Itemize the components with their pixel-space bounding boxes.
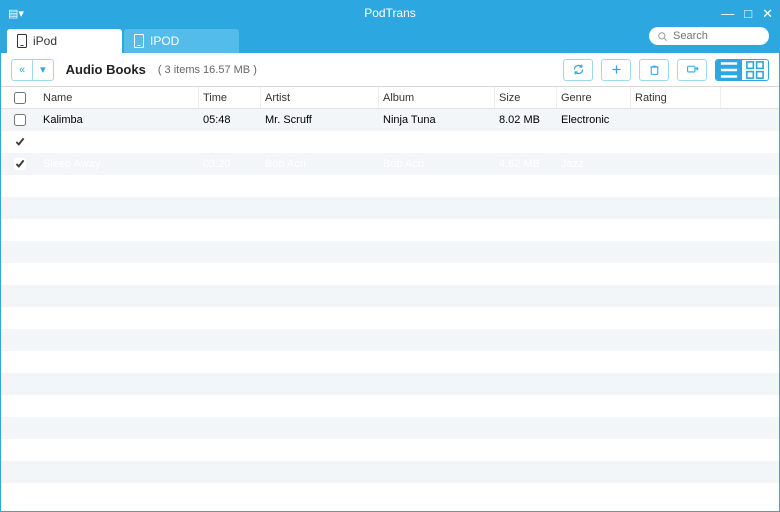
tab-ipod-upper[interactable]: IPOD bbox=[124, 29, 239, 53]
maximize-button[interactable]: □ bbox=[744, 7, 752, 20]
empty-row bbox=[1, 241, 779, 263]
export-icon bbox=[686, 63, 699, 76]
grid-icon bbox=[742, 59, 768, 81]
back-dropdown[interactable]: ▾ bbox=[32, 60, 53, 80]
tab-label: IPOD bbox=[150, 34, 179, 48]
col-genre[interactable]: Genre bbox=[557, 87, 631, 108]
tabs-bar: iPod IPOD bbox=[1, 25, 779, 53]
cell-artist: Richard Stoltzman/Slo... bbox=[261, 131, 379, 153]
app-menu-button[interactable]: ▤▾ bbox=[5, 4, 27, 22]
table-row[interactable]: Kalimba05:48Mr. ScruffNinja Tuna8.02 MBE… bbox=[1, 109, 779, 131]
refresh-button[interactable] bbox=[563, 59, 593, 81]
add-button[interactable] bbox=[601, 59, 631, 81]
row-checkbox[interactable] bbox=[14, 158, 26, 170]
cell-artist: Bob Acri bbox=[261, 153, 379, 175]
plus-icon bbox=[610, 63, 623, 76]
cell-time: 03:20 bbox=[199, 153, 261, 175]
table-header: Name Time Artist Album Size Genre Rating bbox=[1, 87, 779, 109]
col-name[interactable]: Name bbox=[39, 87, 199, 108]
cell-size: 4.62 MB bbox=[495, 153, 557, 175]
empty-row bbox=[1, 417, 779, 439]
cell-album: Bob Acri bbox=[379, 153, 495, 175]
empty-row bbox=[1, 395, 779, 417]
delete-button[interactable] bbox=[639, 59, 669, 81]
back-button[interactable]: « bbox=[12, 60, 32, 80]
cell-rating bbox=[631, 109, 721, 131]
cell-artist: Mr. Scruff bbox=[261, 109, 379, 131]
grid-view-button[interactable] bbox=[742, 60, 768, 80]
col-time[interactable]: Time bbox=[199, 87, 261, 108]
cell-genre: Jazz bbox=[557, 153, 631, 175]
table-row[interactable]: Maid with the Flaxen Hair02:49Richard St… bbox=[1, 131, 779, 153]
empty-row bbox=[1, 329, 779, 351]
table-body: Kalimba05:48Mr. ScruffNinja Tuna8.02 MBE… bbox=[1, 109, 779, 511]
col-size[interactable]: Size bbox=[495, 87, 557, 108]
minimize-button[interactable]: — bbox=[721, 7, 734, 20]
device-icon bbox=[17, 34, 27, 48]
cell-size: 3.92 MB bbox=[495, 131, 557, 153]
col-album[interactable]: Album bbox=[379, 87, 495, 108]
empty-row bbox=[1, 373, 779, 395]
view-toggle bbox=[715, 59, 769, 81]
cell-album: Fine Music, Vol. 1 bbox=[379, 131, 495, 153]
refresh-icon bbox=[572, 63, 585, 76]
trash-icon bbox=[648, 63, 661, 76]
empty-row bbox=[1, 351, 779, 373]
tab-ipod-lower[interactable]: iPod bbox=[7, 29, 122, 53]
search-icon bbox=[657, 31, 668, 42]
col-artist[interactable]: Artist bbox=[261, 87, 379, 108]
empty-row bbox=[1, 461, 779, 483]
device-icon bbox=[134, 34, 144, 48]
list-view-button[interactable] bbox=[716, 60, 742, 80]
cell-genre: Electronic bbox=[557, 109, 631, 131]
title-bar: ▤▾ PodTrans — □ ✕ bbox=[1, 1, 779, 25]
cell-size: 8.02 MB bbox=[495, 109, 557, 131]
empty-row bbox=[1, 197, 779, 219]
tab-label: iPod bbox=[33, 34, 57, 48]
search-input[interactable] bbox=[673, 30, 761, 42]
cell-name: Maid with the Flaxen Hair bbox=[39, 131, 199, 153]
empty-row bbox=[1, 439, 779, 461]
row-checkbox[interactable] bbox=[14, 114, 26, 126]
window-controls: — □ ✕ bbox=[721, 1, 773, 25]
cell-album: Ninja Tuna bbox=[379, 109, 495, 131]
row-checkbox[interactable] bbox=[14, 136, 26, 148]
empty-row bbox=[1, 483, 779, 505]
cell-time: 05:48 bbox=[199, 109, 261, 131]
window-title: PodTrans bbox=[1, 6, 779, 20]
table-row[interactable]: Sleep Away03:20Bob AcriBob Acri4.62 MBJa… bbox=[1, 153, 779, 175]
cell-time: 02:49 bbox=[199, 131, 261, 153]
cell-rating bbox=[631, 131, 721, 153]
empty-row bbox=[1, 219, 779, 241]
cell-name: Kalimba bbox=[39, 109, 199, 131]
export-button[interactable] bbox=[677, 59, 707, 81]
cell-name: Sleep Away bbox=[39, 153, 199, 175]
cell-genre: Classical bbox=[557, 131, 631, 153]
select-all-checkbox[interactable] bbox=[14, 92, 26, 104]
cell-rating bbox=[631, 153, 721, 175]
toolbar: « ▾ Audio Books ( 3 items 16.57 MB ) bbox=[1, 53, 779, 87]
nav-back-group: « ▾ bbox=[11, 59, 54, 81]
empty-row bbox=[1, 175, 779, 197]
list-icon bbox=[716, 59, 742, 81]
empty-row bbox=[1, 263, 779, 285]
empty-row bbox=[1, 285, 779, 307]
empty-row bbox=[1, 307, 779, 329]
search-box[interactable] bbox=[649, 27, 769, 45]
close-button[interactable]: ✕ bbox=[762, 7, 773, 20]
section-title: Audio Books bbox=[66, 62, 146, 77]
col-rating[interactable]: Rating bbox=[631, 87, 721, 108]
section-subtitle: ( 3 items 16.57 MB ) bbox=[158, 64, 257, 76]
